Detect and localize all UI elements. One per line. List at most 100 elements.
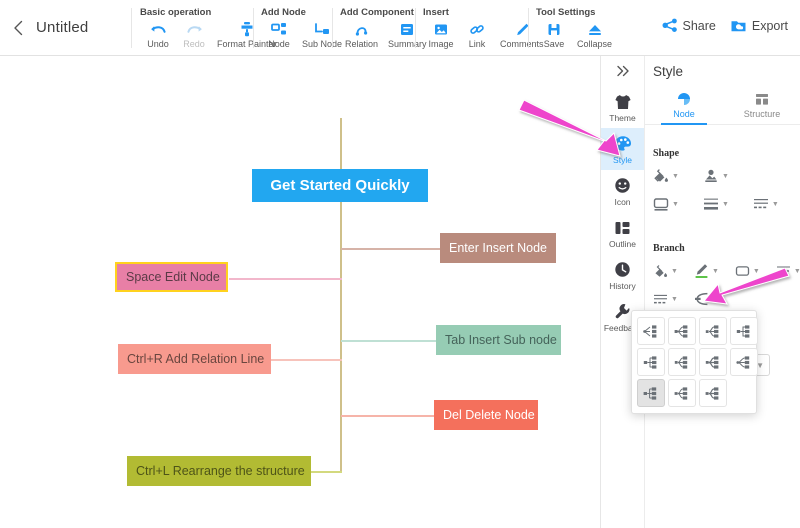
branch-line-del-delete-node [341,415,435,417]
group-title-basic-operation: Basic operation [140,7,211,18]
layout-right-curve-icon [674,355,691,370]
document-title[interactable]: Untitled [36,19,88,36]
layout-option-right-arc[interactable] [699,348,727,376]
sidebar-item-label: Icon [614,197,630,207]
style-panel-title: Style [653,64,683,79]
sidebar-item-history[interactable]: History [601,254,644,296]
layout-option-left-tree[interactable] [637,317,665,345]
line-dash-icon [753,197,769,211]
layout-option-right-curve[interactable] [668,348,696,376]
panel-collapse-button[interactable] [601,56,644,86]
shape-stamp-icon [703,168,719,184]
paint-bucket-icon [653,168,669,184]
branch-line-tab-insert-sub-node [341,340,436,342]
toolbar-group-basic-operation: Basic operation Undo [140,0,258,56]
shape-picker-control[interactable]: ▼ [703,168,729,184]
branch-fill-control[interactable]: ▼ [653,264,678,279]
undo-label: Undo [147,39,169,49]
image-icon [433,20,449,37]
mindmap-canvas[interactable]: Get Started Quickly Enter Insert Node Sp… [0,56,600,528]
tab-structure[interactable]: Structure [723,86,800,124]
layout-left-fan-icon [705,324,722,339]
layout-option-left-list[interactable] [668,379,696,407]
layout-option-right-org[interactable] [730,317,758,345]
branch-dash-control[interactable]: ▼ [653,293,678,306]
back-button[interactable] [8,17,28,39]
sidebar-item-icon[interactable]: Icon [601,170,644,212]
sidebar-item-label: Style [613,155,632,165]
layout-option-left-fan2[interactable] [699,379,727,407]
right-panel: Theme Style [600,56,800,528]
layout-option-left-arc[interactable] [730,348,758,376]
branch-line-space-edit-node [229,278,342,280]
mindmap-node-label: Ctrl+R Add Relation Line [127,352,264,366]
sidebar-item-theme[interactable]: Theme [601,86,644,128]
layout-left-list-icon [674,386,691,401]
add-sub-node-label: Sub Node [302,39,342,49]
sidebar-item-outline[interactable]: Outline [601,212,644,254]
layout-right-org-icon [736,324,753,339]
layout-left-balanced-icon [674,324,691,339]
mindmap-node-label: Ctrl+L Rearrange the structure [136,464,305,478]
shape-border-style-control[interactable]: ▼ [753,197,779,211]
layout-option-right-list[interactable] [637,379,665,407]
layout-option-left-fan[interactable] [699,317,727,345]
collapse-button[interactable]: Collapse [572,20,617,49]
insert-link-button[interactable]: Link [459,20,495,49]
mindmap-node-del-delete-node[interactable]: Del Delete Node [434,400,538,430]
smiley-face-icon [614,176,631,196]
toolbar-group-tool-settings: Tool Settings Save [536,0,616,56]
tshirt-icon [614,92,632,112]
line-dash-icon [653,293,668,306]
line-weight-icon [703,197,719,211]
insert-link-label: Link [469,39,486,49]
mindmap-node-label: Del Delete Node [443,408,535,422]
rounded-rect-icon [653,197,669,211]
branch-section-label: Branch [653,243,685,254]
mindmap-node-tab-insert-sub-node[interactable]: Tab Insert Sub node [436,325,561,355]
toolbar-separator [415,8,416,48]
toolbar-separator [528,8,529,48]
redo-button[interactable]: Redo [176,20,212,49]
sidebar-item-style[interactable]: Style [601,128,644,170]
style-panel: Style Node [645,56,800,528]
mindmap-node-space-edit-node[interactable]: Space Edit Node [115,262,228,292]
layout-left-arc-icon [736,355,753,370]
shape-fill-color-control[interactable]: ▼ [653,168,679,184]
tab-structure-label: Structure [744,109,781,119]
mindmap-root-node[interactable]: Get Started Quickly [252,169,428,202]
export-button[interactable]: Export [730,18,788,33]
shape-border-shape-control[interactable]: ▼ [653,197,679,211]
branch-layout-popup[interactable] [631,310,757,414]
branch-shape-control[interactable]: ▼ [735,265,760,277]
branch-weight-control[interactable]: ▼ [776,265,800,278]
mindmap-root-node-label: Get Started Quickly [270,177,409,194]
undo-button[interactable]: Undo [140,20,176,49]
tab-node[interactable]: Node [645,86,723,124]
mindmap-node-label: Tab Insert Sub node [445,333,557,347]
paint-bucket-icon [653,264,668,279]
mindmap-node-enter-insert-node[interactable]: Enter Insert Node [440,233,556,263]
mindmap-node-ctrl-l-rearrange[interactable]: Ctrl+L Rearrange the structure [127,456,311,486]
mindmap-node-ctrl-r-add-relation-line[interactable]: Ctrl+R Add Relation Line [118,344,271,374]
shape-border-width-control[interactable]: ▼ [703,197,729,211]
layout-option-left-balanced[interactable] [668,317,696,345]
toolbar-separator [253,8,254,48]
mindmap-app-window: Untitled Basic operation Undo [0,0,800,528]
insert-image-button[interactable]: Image [423,20,459,49]
sidebar-item-label: Outline [609,239,636,249]
layout-left-tree-icon [643,324,660,339]
right-rail: Theme Style [601,56,645,528]
shape-controls-row-2: ▼ ▼ [653,197,783,211]
layout-option-down-org[interactable] [637,348,665,376]
save-button[interactable]: Save [536,20,572,49]
relation-button[interactable]: Relation [340,20,383,49]
add-node-button[interactable]: Node [261,20,297,49]
branch-line-enter-insert-node [341,248,440,250]
branch-layout-control[interactable]: ▼ [694,292,720,306]
branch-color-control[interactable]: ▼ [694,263,719,279]
structure-grid-icon [755,91,769,107]
share-button[interactable]: Share [662,18,716,33]
group-title-add-component: Add Component [340,7,414,18]
collapse-label: Collapse [577,39,612,49]
